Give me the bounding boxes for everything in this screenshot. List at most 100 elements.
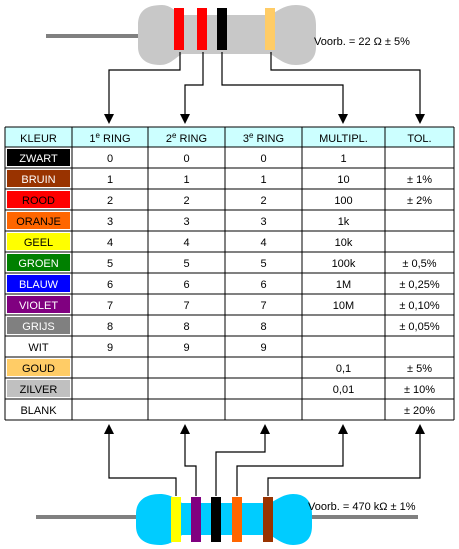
- cell-r3-zwart: 0: [260, 153, 266, 165]
- cell-r3-bruin: 1: [260, 174, 266, 186]
- bottom-resistor-label: Voorb. = 470 kΩ ± 1%: [308, 501, 416, 513]
- cell-r1-blauw: 6: [107, 279, 113, 291]
- color-name-groen: GROEN: [18, 258, 58, 270]
- cell-r3-oranje: 3: [260, 216, 266, 228]
- bottom-band-1: [171, 497, 181, 542]
- cell-mult-violet: 10M: [333, 300, 354, 312]
- top-band-3: [217, 8, 227, 50]
- cell-r3-blauw: 6: [260, 279, 266, 291]
- arrow-up-multiplier: [338, 424, 348, 434]
- cell-mult-goud: 0,1: [336, 363, 351, 375]
- cell-r2-grijs: 8: [183, 321, 189, 333]
- connector-band4-to-multiplier-bottom: [236, 432, 344, 496]
- top-arrowheads: [104, 114, 425, 124]
- cell-tol-violet: ± 0,10%: [399, 300, 440, 312]
- cell-r1-wit: 9: [107, 342, 113, 354]
- cell-mult-groen: 100k: [332, 258, 356, 270]
- resistor-color-code-diagram: Voorb. = 22 Ω ± 5% KLEUR 1e RING 2e RING 3e…: [4, 5, 455, 545]
- top-band-4: [265, 8, 275, 50]
- cell-r3-groen: 5: [260, 258, 266, 270]
- color-name-geel: GEEL: [24, 237, 53, 249]
- cell-r1-zwart: 0: [107, 153, 113, 165]
- cell-mult-bruin: 10: [337, 174, 349, 186]
- bottom-band-4: [232, 497, 242, 542]
- connector-band2-to-ring2: [184, 52, 204, 117]
- top-resistor: Voorb. = 22 Ω ± 5%: [46, 5, 410, 65]
- cell-mult-geel: 10k: [335, 237, 353, 249]
- cell-r1-bruin: 1: [107, 174, 113, 186]
- bottom-resistor: Voorb. = 470 kΩ ± 1%: [36, 494, 418, 545]
- cell-r3-rood: 2: [260, 195, 266, 207]
- cell-r1-geel: 4: [107, 237, 113, 249]
- color-code-table: KLEUR 1e RING 2e RING 3e RING MULTIPL. TOL.ZW…: [4, 126, 455, 421]
- bottom-band-5: [263, 497, 273, 542]
- cell-tol-goud: ± 5%: [407, 363, 432, 375]
- cell-tol-grijs: ± 0,05%: [399, 321, 440, 333]
- arrow-up-tolerance: [415, 424, 425, 434]
- cell-tol-rood: ± 2%: [407, 195, 432, 207]
- color-name-bruin: BRUIN: [21, 174, 55, 186]
- cell-r1-oranje: 3: [107, 216, 113, 228]
- cell-r1-rood: 2: [107, 195, 113, 207]
- arrow-up-ring3: [260, 424, 270, 434]
- connector-band3-to-multiplier: [221, 52, 344, 117]
- color-name-goud: GOUD: [22, 363, 55, 375]
- cell-tol-blauw: ± 0,25%: [399, 279, 440, 291]
- cell-r1-grijs: 8: [107, 321, 113, 333]
- connector-band5-to-tolerance-bottom: [267, 432, 421, 496]
- color-name-zwart: ZWART: [19, 153, 58, 165]
- header-cell-6: TOL.: [407, 133, 431, 145]
- color-name-rood: ROOD: [22, 195, 55, 207]
- color-name-oranje: ORANJE: [16, 216, 61, 228]
- cell-mult-rood: 100: [334, 195, 352, 207]
- cell-r2-blauw: 6: [183, 279, 189, 291]
- cell-r2-oranje: 3: [183, 216, 189, 228]
- color-name-blank: BLANK: [20, 405, 57, 417]
- cell-mult-blauw: 1M: [336, 279, 351, 291]
- header-cell-5: MULTIPL.: [319, 133, 368, 145]
- cell-mult-oranje: 1k: [338, 216, 350, 228]
- cell-r3-geel: 4: [260, 237, 266, 249]
- cell-r2-wit: 9: [183, 342, 189, 354]
- header-cell-1: KLEUR: [20, 133, 57, 145]
- cell-r2-rood: 2: [183, 195, 189, 207]
- cell-r3-violet: 7: [260, 300, 266, 312]
- connector-band2-to-ring2-bottom: [184, 432, 197, 496]
- cell-r3-wit: 9: [260, 342, 266, 354]
- color-name-blauw: BLAUW: [19, 279, 59, 291]
- bottom-arrowheads: [104, 424, 425, 434]
- arrow-up-ring1: [104, 424, 114, 434]
- cell-tol-blank: ± 20%: [404, 405, 435, 417]
- arrow-down-tolerance: [415, 114, 425, 124]
- cell-tol-bruin: ± 1%: [407, 174, 432, 186]
- bottom-connectors: [108, 432, 421, 496]
- connector-band3-to-ring3-bottom: [215, 432, 266, 496]
- cell-r1-violet: 7: [107, 300, 113, 312]
- bottom-band-2: [191, 497, 201, 542]
- cell-r2-geel: 4: [183, 237, 189, 249]
- top-band-1: [174, 8, 184, 50]
- cell-tol-groen: ± 0,5%: [402, 258, 436, 270]
- cell-r2-groen: 5: [183, 258, 189, 270]
- color-name-violet: VIOLET: [19, 300, 58, 312]
- cell-r3-grijs: 8: [260, 321, 266, 333]
- arrow-up-ring2: [180, 424, 190, 434]
- arrow-down-multiplier: [338, 114, 348, 124]
- cell-tol-zilver: ± 10%: [404, 384, 435, 396]
- color-name-grijs: GRIJS: [22, 321, 54, 333]
- bottom-band-3: [211, 497, 221, 542]
- arrow-down-ring1: [104, 114, 114, 124]
- cell-mult-zilver: 0,01: [333, 384, 354, 396]
- top-band-2: [197, 8, 207, 50]
- color-name-wit: WIT: [28, 342, 48, 354]
- color-name-zilver: ZILVER: [20, 384, 58, 396]
- connector-band1-to-ring1-bottom: [108, 432, 177, 496]
- bottom-resistor-body: [136, 494, 312, 545]
- arrow-down-ring2: [180, 114, 190, 124]
- top-resistor-label: Voorb. = 22 Ω ± 5%: [314, 36, 410, 48]
- cell-r1-groen: 5: [107, 258, 113, 270]
- cell-r2-zwart: 0: [183, 153, 189, 165]
- cell-r2-violet: 7: [183, 300, 189, 312]
- cell-r2-bruin: 1: [183, 174, 189, 186]
- cell-mult-zwart: 1: [340, 153, 346, 165]
